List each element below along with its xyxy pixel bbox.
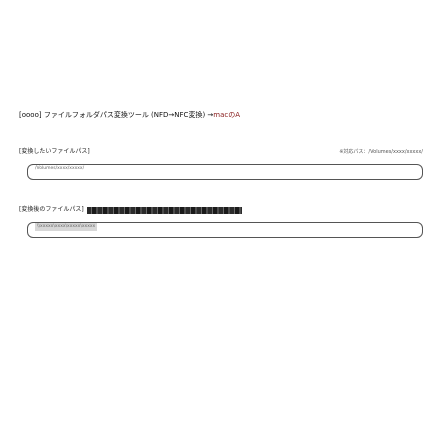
source-path-label: [変換したいファイルパス]	[19, 148, 90, 155]
page-title: [oooo] ファイルフォルダパス変換ツール (NFD→NFC変換) →macの…	[19, 110, 429, 120]
source-path-note: ※対応パス：/Volumes/xxxx/xxxxx/	[339, 149, 423, 155]
result-path-output[interactable]: \\xxxxx\xxxx\xxxxx\xxxxx	[27, 222, 423, 238]
title-accent-text: macのA	[213, 111, 241, 119]
source-path-input[interactable]: /Volumes/xxxx/xxxxx/	[27, 164, 423, 180]
result-path-label: [変換後のファイルパス]	[19, 206, 84, 213]
redacted-text	[86, 206, 242, 214]
title-text: [oooo] ファイルフォルダパス変換ツール (NFD→NFC変換) →	[19, 111, 214, 119]
result-path-value: \\xxxxx\xxxx\xxxxx\xxxxx	[35, 223, 98, 231]
source-path-value: /Volumes/xxxx/xxxxx/	[35, 166, 85, 171]
result-path-header: [変換後のファイルパス]	[19, 205, 242, 215]
